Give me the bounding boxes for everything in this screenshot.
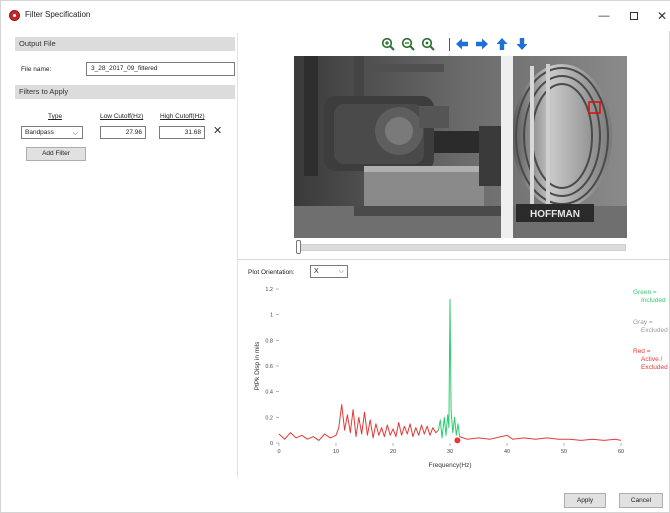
zoom-reset-icon[interactable]: [421, 37, 435, 51]
series-line-red-2: [459, 434, 622, 441]
zoom-out-icon[interactable]: [401, 37, 415, 51]
x-tick-label: 20: [390, 449, 396, 455]
legend-excluded-line1: Gray =: [633, 319, 653, 326]
image-slider-track[interactable]: [296, 244, 626, 251]
left-panel: Output File File name: 3_28_2017_09_filt…: [15, 33, 235, 513]
file-name-label: File name:: [21, 66, 52, 73]
maximize-icon: [630, 12, 638, 21]
y-tick-label: 1: [270, 313, 273, 319]
legend-excluded-line2: Excluded: [641, 327, 668, 334]
y-axis-label: PtPk Disp in mils: [254, 341, 261, 391]
chevron-down-icon: ⌵: [72, 130, 78, 137]
panel-splitter[interactable]: [237, 33, 238, 478]
legend-active-line1: Red =: [633, 348, 651, 355]
image-slider-thumb[interactable]: [296, 240, 301, 254]
image-toolbar: [381, 37, 541, 53]
filter-type-select[interactable]: Bandpass ⌵: [21, 126, 83, 139]
filter-specification-window: Filter Specification — ✕ Output File Fil…: [0, 0, 670, 513]
arrow-down-icon[interactable]: [515, 37, 529, 51]
close-button[interactable]: ✕: [647, 7, 670, 25]
y-tick-label: 0.6: [265, 364, 273, 370]
plot-orientation-value: X: [314, 268, 319, 275]
x-tick-label: 0: [277, 449, 280, 455]
active-marker-point: [454, 437, 461, 444]
maximize-button[interactable]: [619, 7, 649, 25]
legend-active-line2: Active /: [641, 356, 663, 363]
minimize-button[interactable]: —: [589, 7, 619, 25]
x-tick-label: 30: [447, 449, 453, 455]
file-name-input[interactable]: 3_28_2017_09_filtered: [86, 62, 235, 76]
high-cutoff-column-header: High Cutoff(Hz): [160, 113, 205, 120]
plot-orientation-select[interactable]: X ⌵: [310, 265, 348, 278]
arrow-right-icon[interactable]: [475, 37, 489, 51]
remove-filter-button[interactable]: ✕: [213, 125, 222, 138]
panel-divider[interactable]: [238, 259, 670, 260]
y-tick-label: 0: [270, 441, 273, 447]
x-tick-label: 50: [561, 449, 567, 455]
high-cutoff-input[interactable]: 31.68: [159, 126, 205, 139]
chart-series: [278, 298, 622, 444]
app-icon: [9, 10, 20, 21]
add-filter-button[interactable]: Add Filter: [26, 147, 86, 161]
x-tick-label: 10: [333, 449, 339, 455]
filters-to-apply-header: Filters to Apply: [15, 85, 235, 99]
chart-axes: 0 10 20 30 40 50 60 0 0.2 0.4 0.6 0.8 1 1.2: [265, 287, 624, 455]
x-axis-label: Frequency(Hz): [429, 462, 472, 469]
output-file-header: Output File: [15, 37, 235, 51]
y-tick-label: 0.4: [265, 390, 273, 396]
zoom-in-icon[interactable]: [381, 37, 395, 51]
legend-excluded: Gray = Excluded: [633, 319, 669, 335]
y-tick-label: 0.2: [265, 415, 273, 421]
x-tick-label: 40: [504, 449, 510, 455]
title-bar[interactable]: Filter Specification — ✕: [1, 1, 670, 31]
legend-included: Green = Included: [633, 289, 669, 305]
machine-photo[interactable]: HOFFMAN: [294, 56, 627, 238]
y-tick-label: 1.2: [265, 287, 273, 293]
apply-button[interactable]: Apply: [564, 493, 606, 508]
machine-photo-drawing: HOFFMAN: [294, 56, 627, 238]
toolbar-separator: [449, 38, 450, 51]
filter-type-value: Bandpass: [25, 129, 54, 136]
legend-active-excluded: Red = Active / Excluded: [633, 348, 670, 372]
legend-included-line1: Green =: [633, 289, 657, 296]
chevron-down-icon: ⌵: [338, 268, 344, 275]
y-tick-label: 0.8: [265, 338, 273, 344]
low-cutoff-column-header: Low Cutoff(Hz): [100, 113, 144, 120]
series-line-red-0: [278, 404, 439, 441]
arrow-left-icon[interactable]: [455, 37, 469, 51]
series-line-green-1: [437, 298, 461, 439]
legend-included-line2: Included: [641, 297, 666, 304]
window-title: Filter Specification: [25, 10, 91, 19]
legend-active-line3: Excluded: [641, 364, 668, 371]
plot-orientation-label: Plot Orientation:: [248, 269, 295, 276]
type-column-header: Type: [48, 113, 63, 120]
brand-plate-text: HOFFMAN: [530, 209, 580, 220]
low-cutoff-input[interactable]: 27.96: [100, 126, 146, 139]
x-tick-label: 60: [618, 449, 624, 455]
frequency-chart[interactable]: 0 10 20 30 40 50 60 0 0.2 0.4 0.6 0.8 1 1.2 Frequency…: [241, 281, 631, 486]
arrow-up-icon[interactable]: [495, 37, 509, 51]
cancel-button[interactable]: Cancel: [619, 493, 663, 508]
